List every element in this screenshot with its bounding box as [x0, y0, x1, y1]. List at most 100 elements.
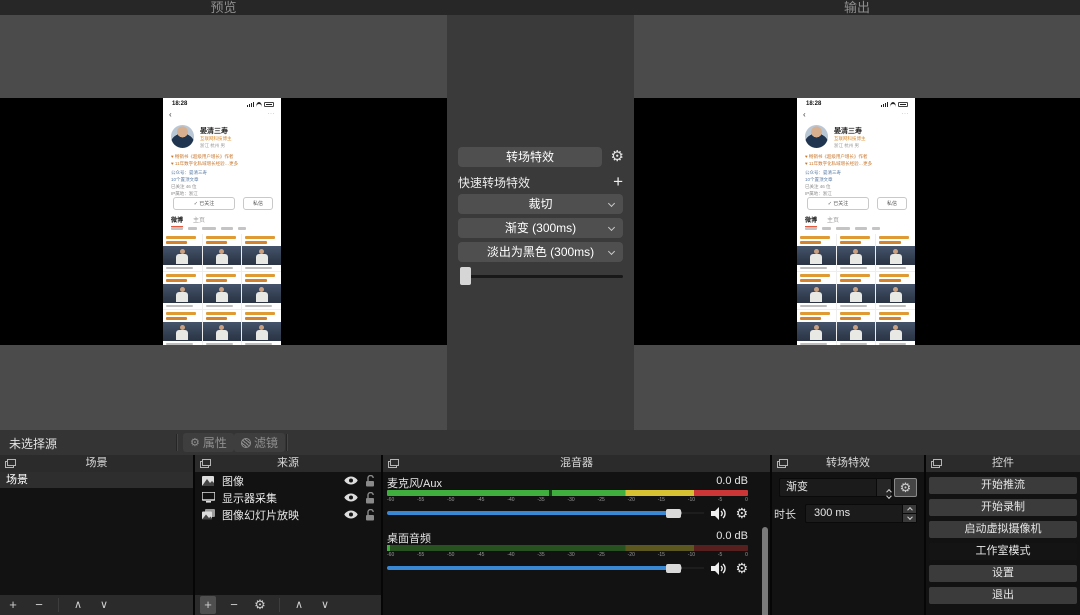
tbar-handle[interactable] [460, 267, 471, 285]
video-thumbnail [837, 234, 876, 271]
no-source-label: 未选择源 [9, 435, 57, 452]
transition-gear-icon[interactable]: ⚙ [894, 478, 917, 497]
signal-icon [247, 102, 254, 107]
popout-icon[interactable] [388, 459, 399, 468]
avatar [171, 125, 194, 148]
video-thumbnail [163, 234, 202, 271]
mixer-channel-mic: 麦克风/Aux 0.0 dB -60-55-50-45-40-35-30-25-… [387, 475, 748, 521]
program-pane: 18:28 ‹ ··· 晏清三寿 互联网科技博主 浙江 杭州 男 ♥ 畅销书《超… [634, 15, 1080, 430]
volume-slider-handle[interactable] [666, 564, 681, 573]
duration-down-icon[interactable] [902, 514, 916, 522]
preview-canvas[interactable]: 18:28 ‹ ··· 晏清三寿 互联网科技博主 浙江 杭州 男 ♥ 畅销书《超… [0, 98, 447, 345]
controls-button[interactable]: 开始推流 [929, 477, 1077, 494]
controls-button[interactable]: 设置 [929, 565, 1077, 582]
move-scene-up-icon[interactable]: ∧ [70, 596, 86, 614]
mixer-panel-title: 混音器 [383, 455, 770, 472]
controls-panel: 控件 开始推流开始录制启动虚拟摄像机工作室模式设置退出 [926, 455, 1080, 615]
duration-up-icon[interactable] [902, 505, 916, 514]
tab-home: 主页 [193, 215, 205, 227]
transition-button[interactable]: 转场特效 [458, 147, 602, 167]
source-item-display-capture[interactable]: 显示器采集 [195, 489, 381, 506]
filter-row [171, 227, 246, 230]
program-title: 输出 [634, 0, 1080, 15]
popout-icon[interactable] [5, 459, 16, 468]
move-source-down-icon[interactable]: ∨ [317, 596, 333, 614]
bottom-dock: 场景 场景 + − ∧ ∨ 来源 [0, 455, 1080, 615]
follow-button: ✓ 已关注 [173, 197, 235, 210]
popout-icon[interactable] [777, 459, 788, 468]
move-source-up-icon[interactable]: ∧ [291, 596, 307, 614]
controls-button[interactable]: 退出 [929, 587, 1077, 604]
phone-status-icons [247, 102, 274, 107]
speaker-icon[interactable] [711, 507, 728, 520]
transition-properties-gear-icon[interactable]: ⚙ [611, 148, 624, 166]
filters-button[interactable]: 滤镜 [234, 433, 285, 452]
lock-icon[interactable] [365, 492, 375, 504]
mixer-channel-desktop: 桌面音频 0.0 dB -60-55-50-45-40-35-30-25-20-… [387, 530, 748, 576]
profile-verified: 互联网科技博主 [834, 136, 866, 142]
channel-gear-icon[interactable]: ⚙ [735, 561, 748, 575]
scenes-panel: 场景 场景 + − ∧ ∨ [0, 455, 193, 615]
quick-transition-fade-to-black[interactable]: 淡出为黑色 (300ms) [458, 242, 623, 262]
video-thumbnail [837, 310, 876, 345]
speaker-icon[interactable] [711, 562, 728, 575]
volume-slider[interactable] [387, 505, 704, 521]
transition-tbar-slider[interactable] [458, 267, 623, 285]
controls-button[interactable]: 启动虚拟摄像机 [929, 521, 1077, 538]
source-properties-gear-icon[interactable]: ⚙ [252, 596, 268, 614]
move-scene-down-icon[interactable]: ∨ [96, 596, 112, 614]
quick-transition-fade[interactable]: 渐变 (300ms) [458, 218, 623, 238]
channel-name: 桌面音频 [387, 530, 431, 543]
visibility-eye-icon[interactable] [344, 493, 358, 502]
controls-button[interactable]: 工作室模式 [929, 543, 1077, 560]
remove-source-icon[interactable]: − [226, 596, 242, 614]
tbar-track [460, 275, 623, 278]
volume-slider-handle[interactable] [666, 509, 681, 518]
tab-home: 主页 [827, 215, 839, 227]
program-canvas[interactable]: 18:28 ‹ ··· 晏清三寿 互联网科技博主 浙江 杭州 男 ♥ 畅销书《超… [634, 98, 1080, 345]
follow-button: ✓ 已关注 [807, 197, 869, 210]
remove-scene-icon[interactable]: − [31, 596, 47, 614]
add-quick-transition-icon[interactable]: + [613, 172, 623, 192]
quick-transitions-label: 快速转场特效 [458, 173, 530, 193]
info-line: 10个置顶文章 [805, 177, 909, 183]
phone-statusbar: 18:28 [163, 98, 281, 110]
volume-slider[interactable] [387, 560, 704, 576]
properties-button[interactable]: ⚙ 属性 [183, 433, 234, 452]
video-thumbnail [797, 310, 836, 345]
video-grid [163, 234, 281, 345]
phone-status-icons [881, 102, 908, 107]
controls-panel-title: 控件 [926, 455, 1080, 472]
phone-navbar: ‹ ··· [163, 110, 281, 121]
quick-transition-cut[interactable]: 裁切 [458, 194, 623, 214]
visibility-eye-icon[interactable] [344, 510, 358, 519]
phone-time: 18:28 [806, 101, 821, 107]
divider [58, 598, 59, 612]
profile-meta: 浙江 杭州 男 [834, 143, 859, 149]
filter-row [805, 227, 880, 230]
scene-item[interactable]: 场景 [0, 472, 193, 488]
add-scene-icon[interactable]: + [5, 596, 21, 614]
tab-weibo: 微博 [171, 215, 183, 227]
phone-time: 18:28 [172, 101, 187, 107]
bio-line: ♥ 畅销书《超级用户增长》作者 [171, 154, 275, 160]
signal-icon [881, 102, 888, 107]
popout-icon[interactable] [200, 459, 211, 468]
source-item-slideshow[interactable]: 图像幻灯片放映 [195, 506, 381, 523]
add-source-icon[interactable]: + [200, 596, 216, 614]
transition-select[interactable]: 渐变 [779, 478, 892, 497]
lock-icon[interactable] [365, 475, 375, 487]
channel-gear-icon[interactable]: ⚙ [735, 506, 748, 520]
visibility-eye-icon[interactable] [344, 476, 358, 485]
combo-spinner[interactable] [876, 479, 891, 496]
channel-db: 0.0 dB [716, 530, 748, 543]
duration-label: 时长 [774, 506, 796, 522]
lock-icon[interactable] [365, 509, 375, 521]
divider [286, 434, 288, 451]
duration-spinbox[interactable]: 300 ms [805, 504, 917, 523]
source-item-image[interactable]: 图像 [195, 472, 381, 489]
popout-icon[interactable] [931, 459, 942, 468]
mixer-scrollbar[interactable] [762, 527, 768, 615]
controls-button[interactable]: 开始录制 [929, 499, 1077, 516]
video-thumbnail [837, 272, 876, 309]
